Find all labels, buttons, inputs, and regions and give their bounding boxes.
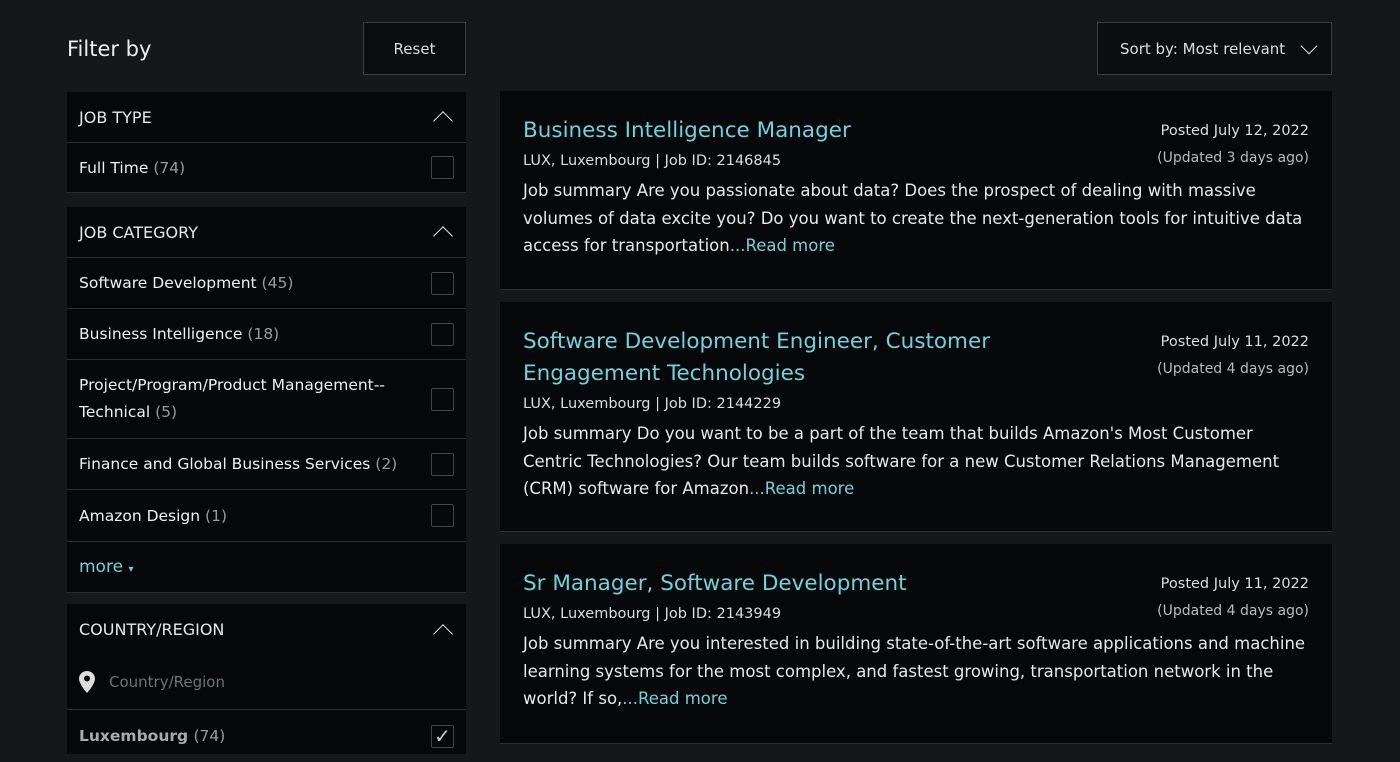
filter-option-full-time[interactable]: Full Time (74): [67, 143, 466, 193]
filter-option[interactable]: Project/Program/Product Management--Tech…: [67, 360, 466, 439]
more-label: more: [79, 557, 124, 577]
job-title-link[interactable]: Software Development Engineer, Customer …: [523, 326, 993, 390]
option-label: Amazon Design: [79, 506, 201, 525]
option-label: Software Development: [79, 274, 257, 292]
posted-date: Posted July 11, 2022: [1160, 576, 1309, 592]
updated-date: (Updated 4 days ago): [1157, 603, 1309, 619]
updated-date: (Updated 4 days ago): [1157, 361, 1309, 377]
job-type-header[interactable]: JOB TYPE: [67, 92, 466, 143]
filter-option[interactable]: Software Development (45): [67, 258, 466, 309]
country-panel: COUNTRY/REGION Country/Region Luxembourg…: [67, 604, 466, 754]
panel-title: JOB TYPE: [79, 107, 152, 127]
checkbox[interactable]: [431, 271, 454, 295]
sort-label: Sort by: Most relevant: [1120, 39, 1286, 58]
updated-date: (Updated 3 days ago): [1157, 150, 1309, 166]
job-category-header[interactable]: JOB CATEGORY: [67, 207, 466, 258]
checkbox[interactable]: [431, 504, 454, 527]
checkbox[interactable]: [431, 387, 454, 411]
country-search[interactable]: Country/Region: [67, 655, 466, 710]
caret-down-icon: ▾: [128, 564, 134, 575]
option-count: (18): [247, 325, 280, 343]
panel-title: JOB CATEGORY: [79, 222, 198, 242]
option-count: (1): [205, 506, 227, 525]
chevron-up-icon: [433, 226, 453, 246]
country-input[interactable]: Country/Region: [109, 673, 225, 691]
option-count: (45): [261, 274, 294, 292]
chevron-down-icon: [1300, 37, 1318, 54]
location-pin-icon: [79, 671, 95, 693]
checkbox-checked[interactable]: ✓: [431, 724, 454, 748]
checkbox[interactable]: [431, 156, 454, 179]
reset-button[interactable]: Reset: [363, 22, 466, 75]
chevron-up-icon: [433, 111, 453, 131]
option-count: (74): [193, 727, 226, 745]
option-label: Business Intelligence: [79, 325, 243, 343]
panel-title: COUNTRY/REGION: [79, 620, 225, 639]
filter-title: Filter by: [67, 37, 152, 61]
job-summary: Job summary Do you want to be a part of …: [523, 424, 1280, 498]
read-more-link[interactable]: ...Read more: [749, 479, 854, 498]
option-label: Luxembourg: [79, 727, 189, 745]
option-count: (74): [153, 158, 186, 177]
posted-date: Posted July 11, 2022: [1160, 334, 1309, 350]
job-summary: Job summary Are you passionate about dat…: [523, 181, 1303, 255]
read-more-link[interactable]: ...Read more: [730, 236, 835, 255]
job-card[interactable]: Posted July 11, 2022 (Updated 4 days ago)…: [500, 302, 1332, 532]
job-category-panel: JOB CATEGORY Software Development (45) B…: [67, 207, 466, 593]
chevron-up-icon: [433, 623, 453, 644]
option-count: (5): [155, 403, 178, 421]
read-more-link[interactable]: ...Read more: [622, 689, 727, 708]
filter-option-luxembourg[interactable]: Luxembourg (74) ✓: [67, 710, 466, 762]
option-count: (2): [375, 455, 398, 473]
option-label: Finance and Global Business Services: [79, 455, 371, 473]
filter-option[interactable]: Amazon Design (1): [67, 490, 466, 542]
filter-option[interactable]: Finance and Global Business Services (2): [67, 439, 466, 490]
checkbox[interactable]: [431, 452, 454, 476]
sort-dropdown[interactable]: Sort by: Most relevant: [1097, 22, 1332, 75]
filter-option[interactable]: Business Intelligence (18): [67, 309, 466, 360]
country-header[interactable]: COUNTRY/REGION: [67, 604, 466, 655]
posted-date: Posted July 12, 2022: [1160, 123, 1309, 139]
checkbox[interactable]: [431, 322, 454, 346]
option-label: Project/Program/Product Management--Tech…: [79, 376, 385, 421]
job-card[interactable]: Posted July 11, 2022 (Updated 4 days ago)…: [500, 544, 1332, 744]
job-type-panel: JOB TYPE Full Time (74): [67, 92, 466, 193]
more-link[interactable]: more ▾: [67, 542, 466, 593]
option-label: Full Time: [79, 158, 149, 177]
job-location-id: LUX, Luxembourg | Job ID: 2144229: [523, 396, 782, 412]
job-card[interactable]: Posted July 12, 2022 (Updated 3 days ago)…: [500, 91, 1332, 290]
